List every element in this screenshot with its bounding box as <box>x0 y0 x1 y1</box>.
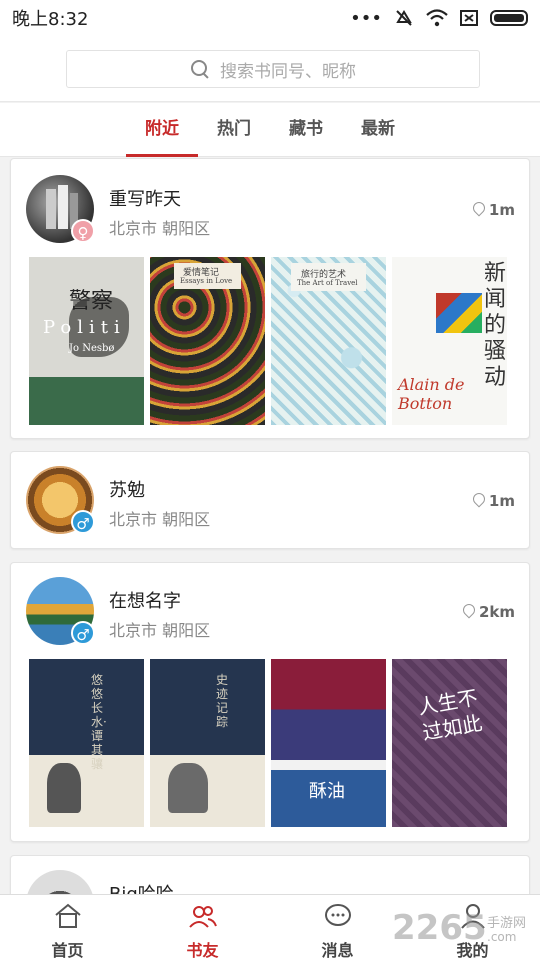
distance-value: 1m <box>488 201 515 219</box>
book-subtitle: Essays in Love <box>180 277 233 285</box>
nav-friends-label: 书友 <box>186 941 219 960</box>
search-input[interactable]: 搜索书同号、昵称 <box>66 50 480 88</box>
book-cover[interactable]: 警察 Politi Jo Nesbø <box>29 257 144 425</box>
friend-distance: 2km <box>462 603 515 621</box>
friend-name[interactable]: Big哈哈 <box>109 880 174 894</box>
location-pin-icon <box>472 493 485 509</box>
book-cover[interactable]: 人生不过如此 <box>392 659 507 827</box>
book-cover[interactable]: 新闻的骚动 Alain de Botton <box>392 257 507 425</box>
book-cover[interactable]: 悠悠长水·谭其骧 <box>29 659 144 827</box>
tab-nearby[interactable]: 附近 <box>126 103 198 157</box>
book-title: 酥油 <box>309 781 345 802</box>
female-icon: ♀ <box>71 219 95 243</box>
book-shelf: 警察 Politi Jo Nesbø 爱情笔记 Essays in Love 旅… <box>29 257 507 425</box>
friend-distance: 1m <box>472 492 515 510</box>
friend-feed[interactable]: ♀ 重写昨天 北京市 朝阳区 1m 警察 Politi Jo Nesbø 爱情笔… <box>0 158 540 894</box>
avatar[interactable] <box>26 870 94 894</box>
home-icon <box>54 903 81 928</box>
friend-card[interactable]: ♀ 重写昨天 北京市 朝阳区 1m 警察 Politi Jo Nesbø 爱情笔… <box>10 158 530 439</box>
watermark-sub: 手游网 <box>487 916 527 931</box>
friend-location: 北京市 朝阳区 <box>109 219 211 238</box>
status-time: 晚上8:32 <box>12 9 89 30</box>
location-pin-icon <box>462 604 475 620</box>
nav-messages[interactable]: 消息 <box>270 895 405 960</box>
book-cover[interactable]: 爱情笔记 Essays in Love <box>150 257 265 425</box>
tab-bar: 附近 热门 藏书 最新 <box>0 103 540 157</box>
friends-icon <box>188 906 217 928</box>
book-title: 悠悠长水·谭其骧 <box>91 673 107 771</box>
location-pin-icon <box>472 202 485 218</box>
search-bar: 搜索书同号、昵称 <box>0 36 540 102</box>
distance-value: 1m <box>488 492 515 510</box>
book-shelf: 悠悠长水·谭其骧 史迹记踪 酥油 人生不过如此 <box>29 659 507 827</box>
book-title: 新闻的骚动 <box>484 261 507 390</box>
status-icons: ••• <box>350 8 528 29</box>
friend-name[interactable]: 苏勉 <box>109 476 145 502</box>
book-subtitle: Politi <box>43 317 126 338</box>
friend-location: 北京市 朝阳区 <box>109 510 211 529</box>
distance-value: 2km <box>478 603 515 621</box>
book-title: 警察 <box>69 289 114 314</box>
book-cover[interactable]: 酥油 <box>271 659 386 827</box>
book-title: 人生不过如此 <box>416 685 484 745</box>
tab-newest[interactable]: 最新 <box>342 103 414 156</box>
friend-card[interactable]: Big哈哈 <box>10 855 530 894</box>
tab-hot[interactable]: 热门 <box>198 103 270 156</box>
nav-home-label: 首页 <box>51 941 84 960</box>
message-icon <box>324 904 351 926</box>
wifi-icon <box>426 9 448 27</box>
friend-name[interactable]: 重写昨天 <box>109 185 181 211</box>
friend-location: 北京市 朝阳区 <box>109 621 211 640</box>
male-icon: ♂ <box>71 621 95 645</box>
book-cover[interactable]: 史迹记踪 <box>150 659 265 827</box>
mute-icon <box>396 10 412 26</box>
search-placeholder: 搜索书同号、昵称 <box>220 61 356 82</box>
status-bar: 晚上8:32 ••• <box>0 0 540 36</box>
friend-card[interactable]: ♂ 苏勉 北京市 朝阳区 1m <box>10 451 530 549</box>
battery-icon <box>490 10 528 26</box>
watermark-logo: 2265 <box>392 908 487 948</box>
nav-messages-label: 消息 <box>321 941 354 960</box>
book-cover[interactable]: 旅行的艺术 The Art of Travel <box>271 257 386 425</box>
more-dots-icon: ••• <box>350 7 382 29</box>
nav-friends[interactable]: 书友 <box>135 895 270 960</box>
friend-card[interactable]: ♂ 在想名字 北京市 朝阳区 2km 悠悠长水·谭其骧 史迹记踪 酥油 人生不过… <box>10 562 530 842</box>
book-subtitle: The Art of Travel <box>297 279 358 287</box>
watermark-domain: .com <box>487 930 517 944</box>
friend-distance: 1m <box>472 201 515 219</box>
search-icon <box>190 59 210 79</box>
book-author: Jo Nesbø <box>69 343 115 354</box>
sim-icon <box>460 10 478 26</box>
nav-home[interactable]: 首页 <box>0 895 135 960</box>
book-author: Alain de Botton <box>398 375 465 413</box>
tab-collection[interactable]: 藏书 <box>270 103 342 156</box>
friend-name[interactable]: 在想名字 <box>109 587 181 613</box>
book-title: 史迹记踪 <box>216 673 229 729</box>
male-icon: ♂ <box>71 510 95 534</box>
